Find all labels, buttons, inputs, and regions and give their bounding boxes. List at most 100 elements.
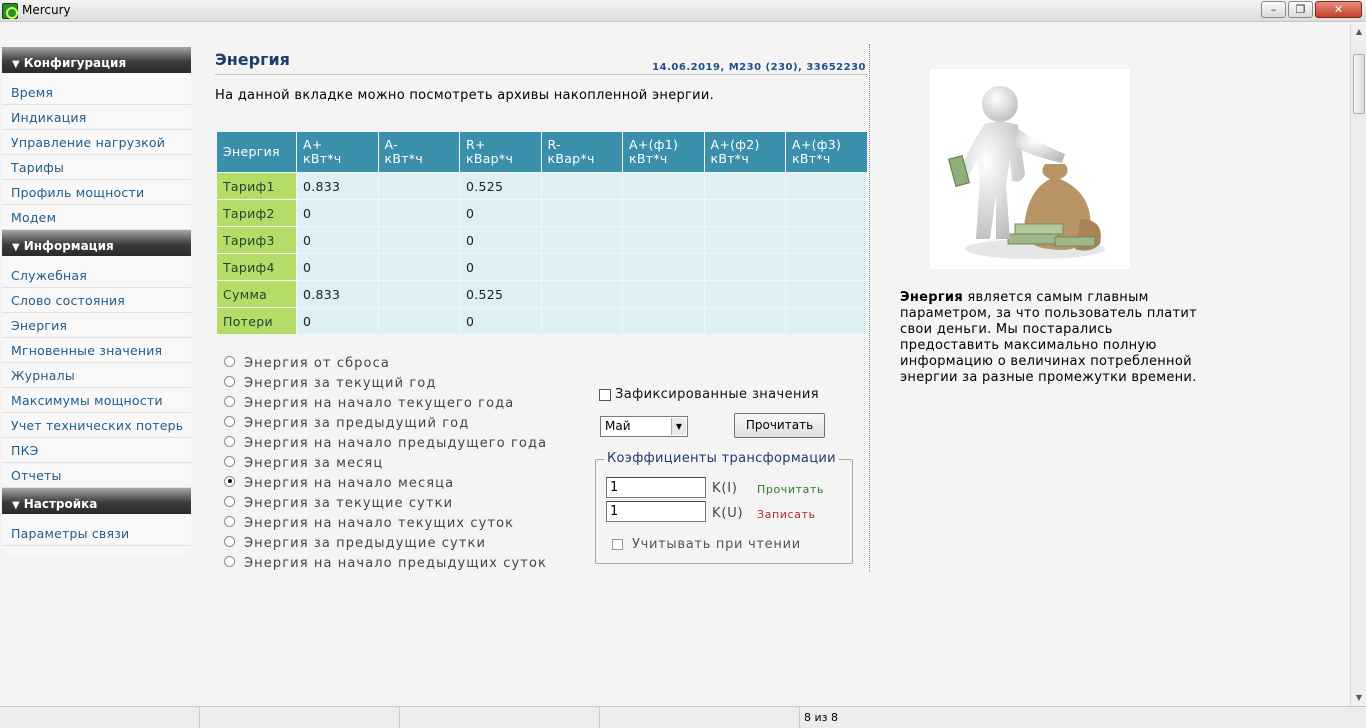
table-cell xyxy=(703,172,786,200)
table-column-header: R+ кВар*ч xyxy=(459,131,542,173)
title-divider xyxy=(215,74,867,75)
content-divider xyxy=(869,44,870,572)
table-cell xyxy=(703,280,786,308)
radio-button[interactable] xyxy=(224,435,235,447)
radio-label: Энергия на начало текущих суток xyxy=(244,515,515,531)
period-radio-option[interactable]: Энергия за текущие сутки xyxy=(224,493,547,513)
vertical-scrollbar[interactable]: ▲ ▼ xyxy=(1350,24,1366,706)
close-button[interactable]: ✕ xyxy=(1315,1,1362,18)
radio-button[interactable] xyxy=(224,555,235,567)
radio-button[interactable] xyxy=(224,535,235,547)
radio-button[interactable] xyxy=(224,395,235,407)
radio-button[interactable] xyxy=(224,475,235,487)
checkbox-box[interactable] xyxy=(612,539,623,550)
minimize-button[interactable]: – xyxy=(1261,1,1286,18)
column-header-name: A+ xyxy=(303,137,323,152)
radio-button[interactable] xyxy=(224,415,235,427)
radio-label: Энергия за текущие сутки xyxy=(244,495,454,511)
period-radio-option[interactable]: Энергия на начало текущих суток xyxy=(224,513,547,533)
table-row-header: Потери xyxy=(216,307,297,335)
sidebar-section-title: Настройка xyxy=(23,497,98,511)
ku-label: K(U) xyxy=(712,506,744,521)
scroll-up-icon[interactable]: ▲ xyxy=(1351,24,1366,40)
period-radio-option[interactable]: Энергия за текущий год xyxy=(224,373,547,393)
sidebar-item[interactable]: ПКЭ xyxy=(2,438,191,463)
radio-button[interactable] xyxy=(224,495,235,507)
table-cell xyxy=(377,307,460,335)
table-column-header: R-кВар*ч xyxy=(540,131,623,173)
sidebar-section-header[interactable]: ▼ Настройка xyxy=(2,488,191,514)
sidebar-item[interactable]: Отчеты xyxy=(2,463,191,488)
period-radio-option[interactable]: Энергия за предыдущие сутки xyxy=(224,533,547,553)
table-cell xyxy=(785,172,868,200)
period-radio-option[interactable]: Энергия на начало предыдущего года xyxy=(224,433,547,453)
radio-button[interactable] xyxy=(224,355,235,367)
radio-button[interactable] xyxy=(224,515,235,527)
chevron-down-icon[interactable]: ▼ xyxy=(671,418,686,435)
sidebar-section-header[interactable]: ▼ Информация xyxy=(2,230,191,256)
sidebar-item[interactable]: Слово состояния xyxy=(2,288,191,313)
sidebar-item[interactable]: Индикация xyxy=(2,105,191,130)
apply-on-read-checkbox[interactable]: Учитывать при чтении xyxy=(612,537,801,552)
column-header-name: A+(ф3) xyxy=(792,137,842,152)
scroll-down-icon[interactable]: ▼ xyxy=(1351,690,1366,706)
column-header-unit: кВт*ч xyxy=(792,151,831,166)
scroll-thumb[interactable] xyxy=(1353,54,1365,114)
fixed-values-checkbox[interactable]: Зафиксированные значения xyxy=(599,387,819,402)
sidebar-item[interactable]: Параметры связи xyxy=(2,521,191,546)
period-radio-option[interactable]: Энергия на начало текущего года xyxy=(224,393,547,413)
table-cell: 0 xyxy=(296,253,379,281)
sidebar-item[interactable]: Энергия xyxy=(2,313,191,338)
table-row: Тариф2 0 0 xyxy=(216,199,868,227)
sidebar-item[interactable]: Управление нагрузкой xyxy=(2,130,191,155)
title-bar: Mercury – ❐ ✕ xyxy=(0,0,1366,22)
period-radio-option[interactable]: Энергия на начало предыдущих суток xyxy=(224,553,547,573)
intro-text: На данной вкладке можно посмотреть архив… xyxy=(215,88,715,103)
table-cell: 0.833 xyxy=(296,172,379,200)
sidebar-item[interactable]: Максимумы мощности xyxy=(2,388,191,413)
sidebar-item[interactable]: Учет технических потерь xyxy=(2,413,191,438)
table-cell: 0.525 xyxy=(459,280,542,308)
page-counter: 8 из 8 xyxy=(804,711,838,724)
sidebar-item[interactable]: Время xyxy=(2,80,191,105)
sidebar-item[interactable]: Модем xyxy=(2,205,191,230)
device-info: 14.06.2019, M230 (230), 33652230 xyxy=(652,62,866,73)
info-keyword: Энергия xyxy=(900,290,963,305)
table-cell xyxy=(377,253,460,281)
ki-input[interactable]: 1 xyxy=(606,477,706,498)
ku-input[interactable]: 1 xyxy=(606,501,706,522)
table-cell xyxy=(377,280,460,308)
table-cell xyxy=(377,172,460,200)
fixed-values-label: Зафиксированные значения xyxy=(615,387,819,402)
maximize-button[interactable]: ❐ xyxy=(1288,1,1313,18)
sidebar-item[interactable]: Журналы xyxy=(2,363,191,388)
table-cell xyxy=(785,253,868,281)
table-row-header: Тариф3 xyxy=(216,226,297,254)
checkbox-box[interactable] xyxy=(599,388,611,401)
column-header-unit: кВт*ч xyxy=(384,151,424,166)
read-button[interactable]: Прочитать xyxy=(734,413,825,438)
write-coefficients-link[interactable]: Записать xyxy=(757,508,816,521)
period-radio-option[interactable]: Энергия за предыдущий год xyxy=(224,413,547,433)
month-select-value: Май xyxy=(605,419,631,433)
sidebar-section-header[interactable]: ▼ Конфигурация xyxy=(2,47,191,73)
period-radio-option[interactable]: Энергия от сброса xyxy=(224,353,547,373)
table-column-header: A+ кВт*ч xyxy=(296,131,379,173)
status-cell xyxy=(600,707,800,728)
table-header-row: Энергия A+ кВт*ч A-кВт*ч R+ кВар*ч R-кВар*ч A+(… xyxy=(216,131,868,173)
period-radio-option[interactable]: Энергия на начало месяца xyxy=(224,473,547,493)
table-cell xyxy=(540,226,623,254)
sidebar-item[interactable]: Мгновенные значения xyxy=(2,338,191,363)
status-cell xyxy=(200,707,400,728)
period-radio-option[interactable]: Энергия за месяц xyxy=(224,453,547,473)
read-coefficients-link[interactable]: Прочитать xyxy=(757,483,824,496)
sidebar-item[interactable]: Тарифы xyxy=(2,155,191,180)
radio-button[interactable] xyxy=(224,455,235,467)
sidebar-item[interactable]: Служебная xyxy=(2,263,191,288)
table-cell xyxy=(785,226,868,254)
radio-label: Энергия на начало предыдущих суток xyxy=(244,555,547,571)
month-select[interactable]: Май ▼ xyxy=(600,416,688,437)
radio-button[interactable] xyxy=(224,375,235,387)
sidebar-gap xyxy=(2,73,191,80)
sidebar-item[interactable]: Профиль мощности xyxy=(2,180,191,205)
